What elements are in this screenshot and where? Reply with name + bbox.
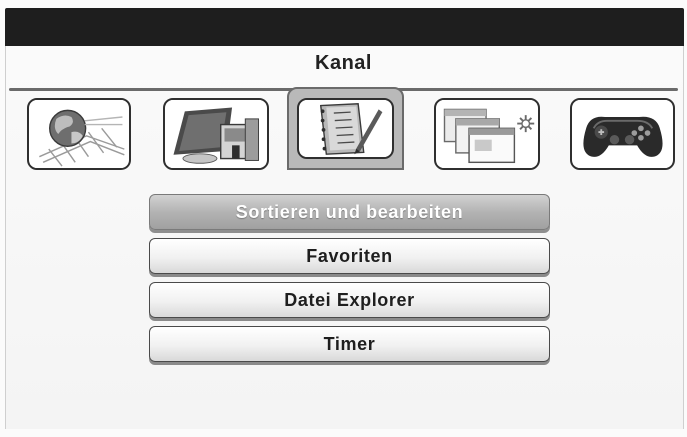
channel-list-notepad-icon bbox=[300, 100, 391, 157]
tab-internet[interactable] bbox=[27, 98, 131, 170]
tab-system[interactable] bbox=[434, 98, 540, 170]
header-bar bbox=[5, 8, 684, 46]
menu-item-file-explorer[interactable]: Datei Explorer bbox=[149, 282, 550, 318]
tv-menu-screen: Kanal Sortieren und bearbeiten Favoriten… bbox=[0, 0, 687, 437]
tab-media[interactable] bbox=[163, 98, 269, 170]
media-player-icon bbox=[165, 100, 267, 168]
tab-channel-icon-frame bbox=[297, 98, 394, 159]
page-title: Kanal bbox=[315, 52, 372, 74]
menu-item-favorites[interactable]: Favoriten bbox=[149, 238, 550, 274]
windows-settings-icon bbox=[436, 100, 538, 168]
tab-channel[interactable] bbox=[287, 87, 404, 170]
tab-games[interactable] bbox=[570, 98, 675, 170]
channel-submenu: Sortieren und bearbeiten Favoriten Datei… bbox=[149, 194, 550, 370]
menu-item-sort-and-edit[interactable]: Sortieren und bearbeiten bbox=[149, 194, 550, 230]
gamepad-icon bbox=[572, 100, 673, 168]
category-icon-row bbox=[0, 78, 687, 178]
globe-network-icon bbox=[29, 100, 129, 168]
menu-item-timer[interactable]: Timer bbox=[149, 326, 550, 362]
